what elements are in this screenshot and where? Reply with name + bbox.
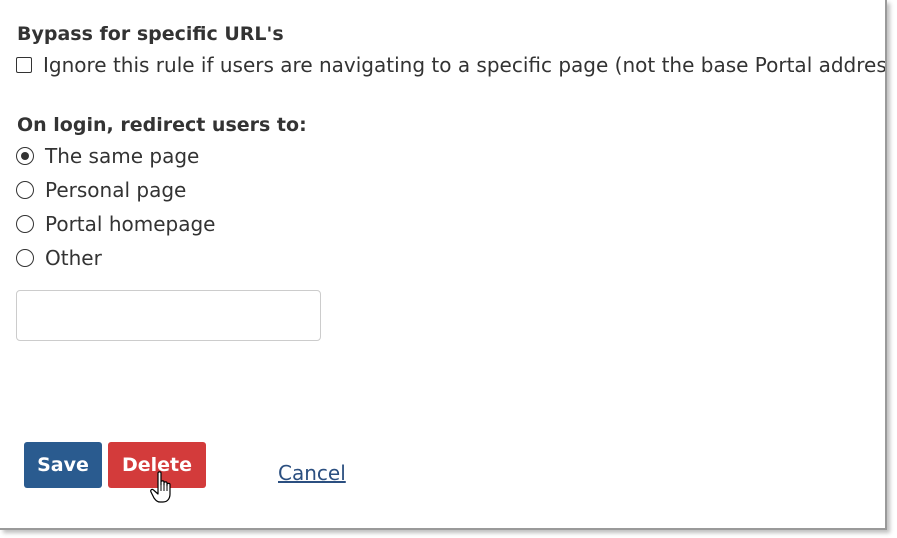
- save-button[interactable]: Save: [24, 442, 102, 488]
- cancel-link[interactable]: Cancel: [278, 461, 346, 485]
- radio-option-portal-homepage[interactable]: Portal homepage: [16, 212, 215, 236]
- bypass-section-title: Bypass for specific URL's: [17, 23, 284, 45]
- radio-option-personal-page[interactable]: Personal page: [16, 178, 186, 202]
- bypass-checkbox-row[interactable]: Ignore this rule if users are navigating…: [16, 53, 887, 77]
- hand-pointer-icon: [150, 471, 171, 503]
- radio-button[interactable]: [16, 215, 34, 233]
- radio-button[interactable]: [16, 147, 34, 165]
- other-url-input[interactable]: [16, 290, 321, 341]
- bypass-checkbox-label: Ignore this rule if users are navigating…: [43, 53, 887, 77]
- redirect-section-title: On login, redirect users to:: [17, 114, 307, 136]
- radio-button[interactable]: [16, 249, 34, 267]
- radio-option-other[interactable]: Other: [16, 246, 102, 270]
- bypass-checkbox[interactable]: [16, 57, 32, 73]
- radio-label: Portal homepage: [45, 212, 216, 236]
- radio-label: Other: [45, 246, 102, 270]
- radio-label: Personal page: [45, 178, 187, 202]
- radio-button[interactable]: [16, 181, 34, 199]
- rule-settings-panel: Bypass for specific URL's Ignore this ru…: [0, 0, 887, 530]
- radio-option-same-page[interactable]: The same page: [16, 144, 199, 168]
- radio-label: The same page: [45, 144, 200, 168]
